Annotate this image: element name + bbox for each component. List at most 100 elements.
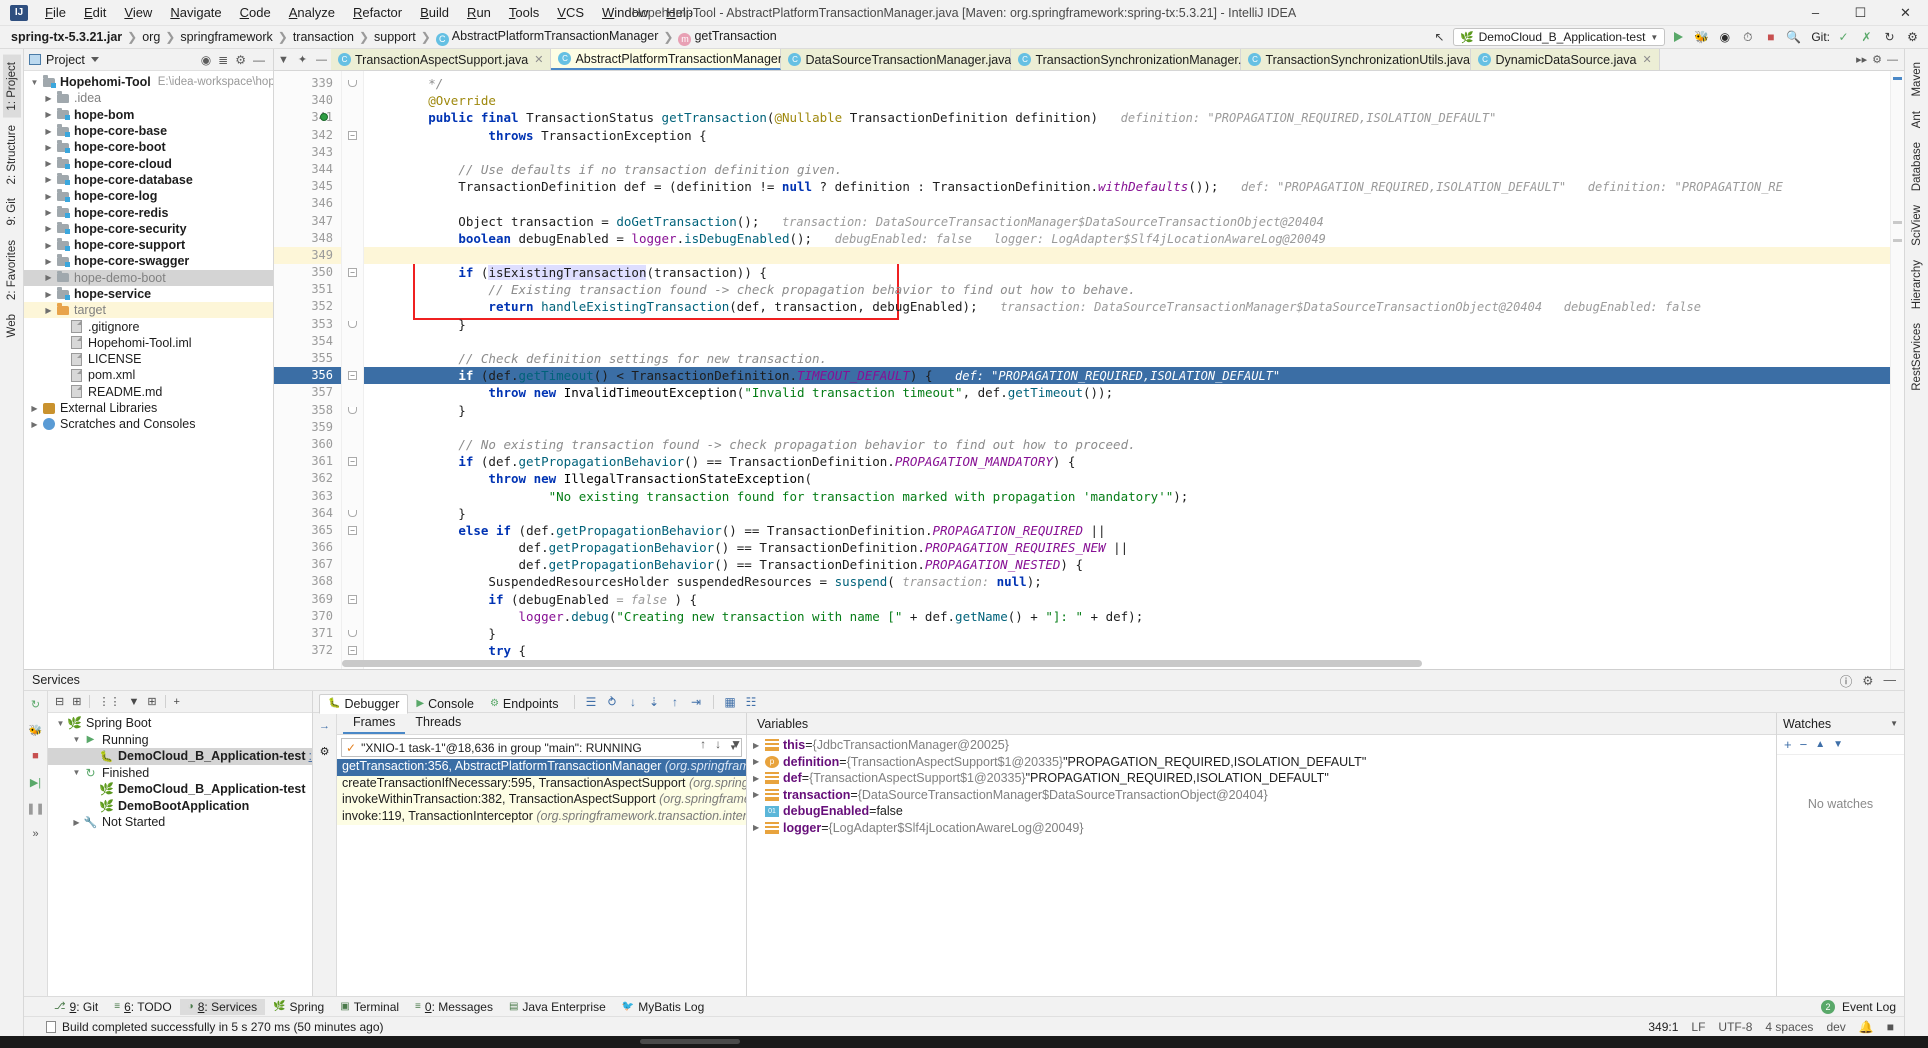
code-line[interactable]: Object transaction = doGetTransaction();… xyxy=(364,213,1904,230)
fold-marker-row[interactable]: − xyxy=(342,367,363,384)
tool-window-button-spring[interactable]: 🌿 Spring xyxy=(265,999,332,1015)
project-tree-item[interactable]: External Libraries xyxy=(24,400,273,416)
frame-row[interactable]: invokeWithinTransaction:382, Transaction… xyxy=(337,792,746,809)
line-number[interactable]: 364 xyxy=(274,505,341,522)
menu-analyze[interactable]: Analyze xyxy=(280,2,344,23)
breadcrumb-item-5[interactable]: C AbstractPlatformTransactionManager xyxy=(433,29,662,46)
project-tree-item[interactable]: hope-core-security xyxy=(24,221,273,237)
code-line[interactable]: } xyxy=(364,505,1904,522)
breadcrumb-item-4[interactable]: support xyxy=(371,30,419,44)
menu-code[interactable]: Code xyxy=(231,2,280,23)
line-number[interactable]: 350 xyxy=(274,264,341,281)
tree-expander-icon[interactable] xyxy=(42,241,55,250)
menu-file[interactable]: File xyxy=(36,2,75,23)
fold-marker-row[interactable] xyxy=(342,213,363,230)
layout-settings-icon[interactable]: ☷ xyxy=(742,693,761,711)
debugger-tab-console[interactable]: ▶ Console xyxy=(408,695,482,713)
frames-tab-frames[interactable]: Frames xyxy=(343,713,406,734)
tree-expander-icon[interactable]: ▶ xyxy=(753,757,765,766)
editor-settings-icon[interactable]: ⚙ xyxy=(1872,53,1882,66)
tree-expander-icon[interactable] xyxy=(42,273,55,282)
line-number[interactable]: 357 xyxy=(274,384,341,401)
project-tree-item[interactable]: README.md xyxy=(24,384,273,400)
project-tree-item[interactable]: hope-core-database xyxy=(24,172,273,188)
down-icon[interactable]: ▼ xyxy=(1833,739,1843,750)
tool-button-database[interactable]: Database xyxy=(1908,135,1926,198)
services-tree-item[interactable]: 🌿 DemoBootApplication xyxy=(48,798,312,815)
line-number[interactable]: 346 xyxy=(274,195,341,212)
error-stripe-marker-panel[interactable] xyxy=(1890,71,1904,669)
project-tree-item[interactable]: hope-core-cloud xyxy=(24,155,273,171)
tool-window-button-terminal[interactable]: ▣ Terminal xyxy=(332,999,407,1015)
line-number[interactable]: 370 xyxy=(274,608,341,625)
line-number[interactable]: 348 xyxy=(274,230,341,247)
tree-expander-icon[interactable] xyxy=(42,208,55,217)
tree-expander-icon[interactable]: ▶ xyxy=(753,823,765,832)
line-number[interactable]: 356 xyxy=(274,367,341,385)
step-into-icon[interactable]: ↓ xyxy=(624,693,643,711)
project-tree-item[interactable]: .idea xyxy=(24,90,273,106)
menu-vcs[interactable]: VCS xyxy=(548,2,593,23)
step-over-icon[interactable]: ⥁ xyxy=(603,693,622,711)
fold-marker-row[interactable] xyxy=(342,333,363,350)
tree-expander-icon[interactable] xyxy=(70,768,83,777)
variable-row[interactable]: ▶ logger = {LogAdapter$Slf4jLocationAware… xyxy=(747,820,1776,837)
line-number[interactable]: 345 xyxy=(274,178,341,195)
horizontal-scrollbar[interactable] xyxy=(342,660,1888,669)
code-line[interactable]: if (def.getTimeout() < TransactionDefini… xyxy=(364,367,1904,385)
tree-expander-icon[interactable] xyxy=(54,719,67,728)
line-number[interactable]: 354 xyxy=(274,333,341,350)
locate-icon[interactable]: ◉ xyxy=(201,53,211,67)
maximize-button[interactable]: ☐ xyxy=(1838,0,1883,26)
project-tree-item[interactable]: hope-bom xyxy=(24,107,273,123)
tree-expander-icon[interactable] xyxy=(42,110,55,119)
memory-indicator-icon[interactable]: ■ xyxy=(1887,1020,1894,1034)
tab-overflow-icon[interactable]: ▸▸ xyxy=(1856,53,1867,66)
fold-marker-row[interactable] xyxy=(342,470,363,487)
tool-window-button-javaenterprise[interactable]: ▤ Java Enterprise xyxy=(501,999,614,1015)
code-line[interactable]: } xyxy=(364,625,1904,642)
run-icon[interactable] xyxy=(1669,28,1688,47)
debug-icon[interactable]: 🐝 xyxy=(1692,28,1711,47)
rerun-debug-icon[interactable]: 🐝 xyxy=(28,722,44,738)
line-number[interactable]: 340 xyxy=(274,92,341,109)
fold-marker-row[interactable]: − xyxy=(342,642,363,659)
code-content[interactable]: */ @Override public final TransactionSta… xyxy=(364,71,1904,669)
menu-tools[interactable]: Tools xyxy=(500,2,548,23)
line-number[interactable]: 351 xyxy=(274,281,341,298)
code-line[interactable]: boolean debugEnabled = logger.isDebugEna… xyxy=(364,230,1904,247)
editor-gutter[interactable]: 3393403413423433443453463473483493503513… xyxy=(274,71,342,669)
frame-up-icon[interactable]: ↑ xyxy=(700,737,706,751)
tree-expander-icon[interactable] xyxy=(42,306,55,315)
project-tree-item[interactable]: hope-service xyxy=(24,286,273,302)
rerun-icon[interactable]: ↻ xyxy=(28,696,44,712)
fold-marker-row[interactable] xyxy=(342,419,363,436)
fold-marker-row[interactable]: − xyxy=(342,453,363,470)
variable-row[interactable]: 01 debugEnabled = false xyxy=(747,803,1776,820)
code-line[interactable] xyxy=(364,144,1904,161)
code-line[interactable]: public final TransactionStatus getTransa… xyxy=(364,109,1904,126)
tool-window-button-mybatislog[interactable]: 🐦 MyBatis Log xyxy=(614,999,712,1015)
editor-tab-4[interactable]: CTransactionSynchronizationUtils.java✕ xyxy=(1241,49,1485,70)
frame-row[interactable]: getTransaction:356, AbstractPlatformTran… xyxy=(337,759,746,776)
tree-expander-icon[interactable] xyxy=(42,257,55,266)
code-line[interactable]: TransactionDefinition def = (definition … xyxy=(364,178,1904,195)
tool-button-git[interactable]: 9: Git xyxy=(3,191,21,232)
tree-expander-icon[interactable] xyxy=(70,735,83,744)
menu-refactor[interactable]: Refactor xyxy=(344,2,411,23)
code-line[interactable]: } xyxy=(364,402,1904,419)
run-configuration-selector[interactable]: 🌿 DemoCloud_B_Application-test ▼ xyxy=(1452,28,1666,46)
force-step-into-icon[interactable]: ⇣ xyxy=(645,693,664,711)
line-number[interactable]: 368 xyxy=(274,573,341,590)
line-number[interactable]: 366 xyxy=(274,539,341,556)
code-line[interactable]: // Use defaults if no transaction defini… xyxy=(364,161,1904,178)
project-tree-item[interactable]: hope-core-log xyxy=(24,188,273,204)
code-line[interactable]: if (debugEnabled = false ) { xyxy=(364,591,1904,608)
code-line[interactable]: else if (def.getPropagationBehavior() ==… xyxy=(364,522,1904,539)
editor-tab-3[interactable]: CTransactionSynchronizationManager.java✕ xyxy=(1011,49,1280,70)
add-watch-icon[interactable]: + xyxy=(1784,737,1792,752)
tree-expander-icon[interactable] xyxy=(42,127,55,136)
line-number[interactable]: 349 xyxy=(274,246,341,265)
stop-icon[interactable]: ■ xyxy=(1761,28,1780,47)
services-tree-item[interactable]: 🌿 Spring Boot xyxy=(48,715,312,732)
